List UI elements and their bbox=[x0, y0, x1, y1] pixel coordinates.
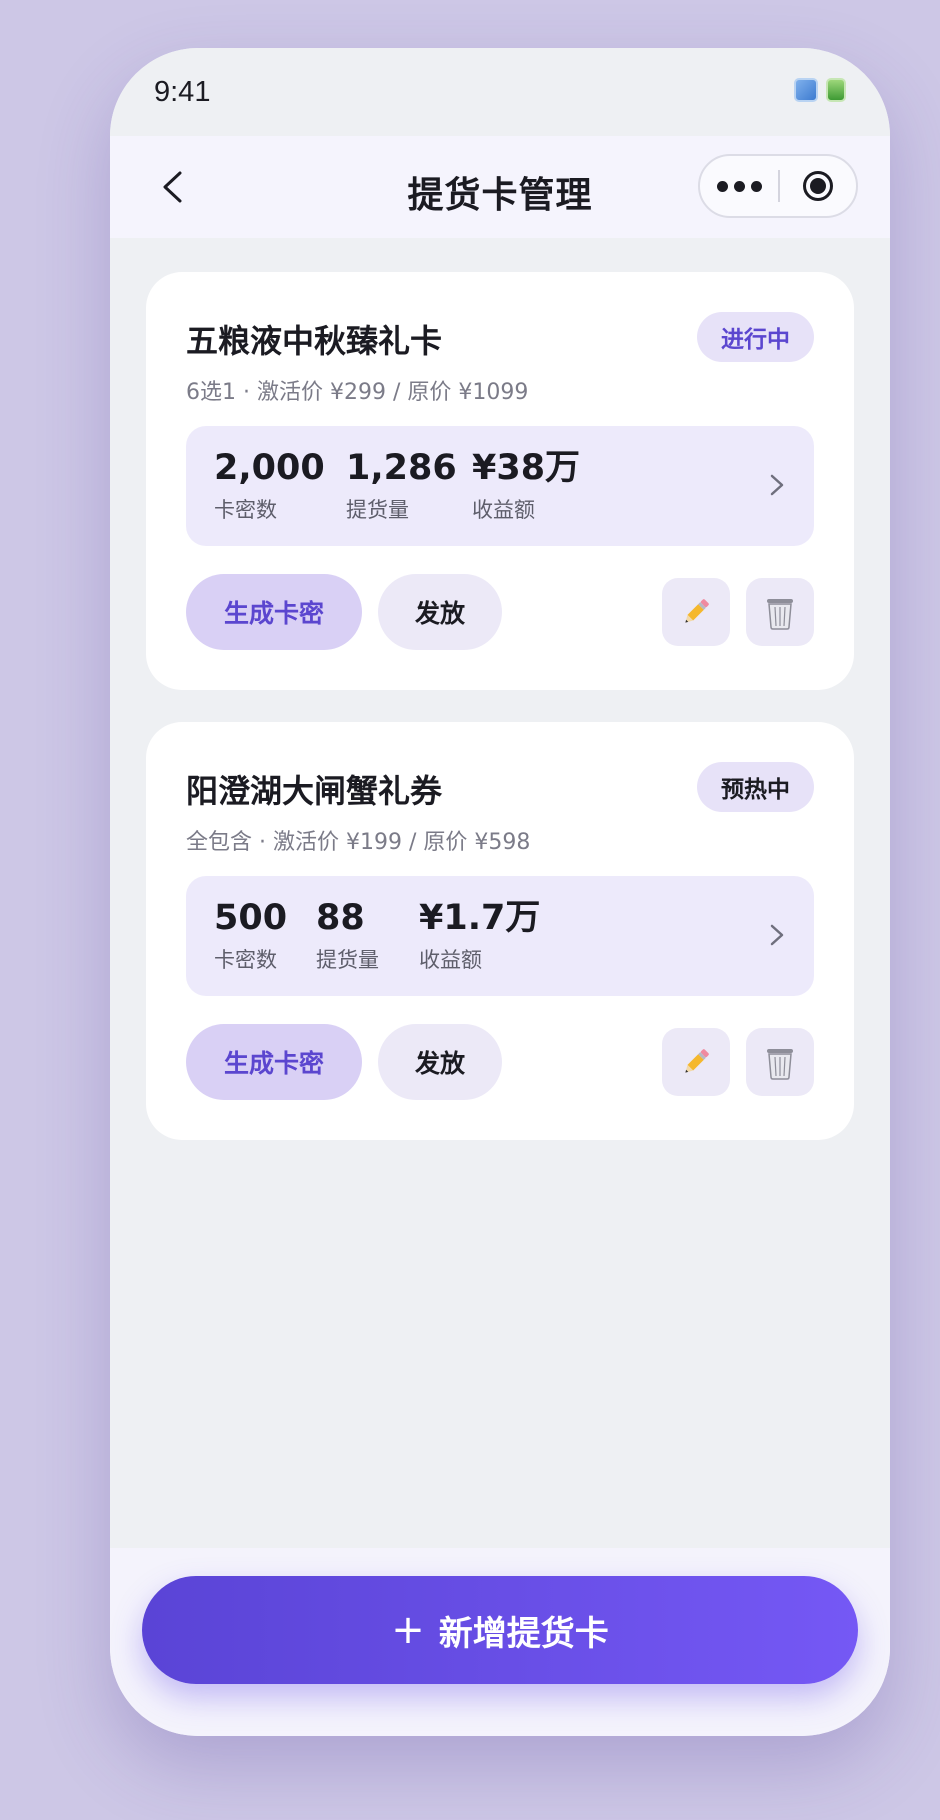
stat-label: 收益额 bbox=[419, 948, 482, 972]
delete-button[interactable] bbox=[746, 578, 814, 646]
stat-card-count: 2,000 卡密数 bbox=[214, 448, 325, 524]
stat-value: 500 bbox=[214, 898, 288, 938]
status-icons bbox=[794, 78, 846, 102]
distribute-button[interactable]: 发放 bbox=[378, 574, 502, 650]
generate-code-button[interactable]: 生成卡密 bbox=[186, 574, 362, 650]
stats-panel[interactable]: 500 卡密数 88 提货量 ¥1.7万 收益额 bbox=[186, 876, 814, 996]
card-subtitle: 全包含 · 激活价 ¥199 / 原价 ¥598 bbox=[186, 830, 531, 855]
stat-pickup-count: 1,286 提货量 bbox=[346, 448, 457, 524]
status-badge-label: 进行中 bbox=[721, 327, 790, 353]
edit-button[interactable] bbox=[662, 578, 730, 646]
stat-pickup-count: 88 提货量 bbox=[316, 898, 379, 974]
stat-label: 提货量 bbox=[316, 948, 379, 972]
add-card-button[interactable]: + 新增提货卡 bbox=[142, 1576, 858, 1684]
nav-bar: 提货卡管理 bbox=[110, 136, 890, 238]
chevron-right-icon bbox=[770, 474, 784, 496]
status-badge: 预热中 bbox=[697, 762, 814, 812]
mini-program-capsule bbox=[698, 154, 858, 218]
add-card-label: 新增提货卡 bbox=[438, 1613, 609, 1654]
stat-label: 卡密数 bbox=[214, 948, 277, 972]
trash-icon bbox=[767, 1049, 793, 1080]
stat-value: ¥38万 bbox=[472, 448, 581, 488]
plus-icon: + bbox=[391, 1607, 425, 1653]
chevron-right-icon bbox=[770, 924, 784, 946]
signal-icon bbox=[794, 78, 818, 102]
stat-card-count: 500 卡密数 bbox=[214, 898, 287, 974]
battery-icon bbox=[826, 78, 846, 102]
stat-value: ¥1.7万 bbox=[419, 898, 541, 938]
delete-button[interactable] bbox=[746, 1028, 814, 1096]
status-badge-label: 预热中 bbox=[721, 777, 790, 803]
bottom-bar: + 新增提货卡 bbox=[110, 1548, 890, 1736]
card-subtitle: 6选1 · 激活价 ¥299 / 原价 ¥1099 bbox=[186, 380, 529, 405]
more-dots-icon[interactable] bbox=[700, 180, 778, 192]
record-circle-icon[interactable] bbox=[780, 171, 856, 201]
stat-value: 88 bbox=[316, 898, 365, 938]
trash-icon bbox=[767, 599, 793, 630]
stat-revenue: ¥38万 收益额 bbox=[472, 448, 580, 524]
stat-label: 提货量 bbox=[346, 498, 409, 522]
status-badge: 进行中 bbox=[697, 312, 814, 362]
edit-button[interactable] bbox=[662, 1028, 730, 1096]
stat-value: 1,286 bbox=[346, 448, 457, 488]
stat-label: 收益额 bbox=[472, 498, 535, 522]
stat-label: 卡密数 bbox=[214, 498, 277, 522]
stats-panel[interactable]: 2,000 卡密数 1,286 提货量 ¥38万 收益额 bbox=[186, 426, 814, 546]
phone-frame: 9:41 提货卡管理 五粮液中秋臻礼卡 进行中 6选1 · 激活价 ¥299 /… bbox=[110, 48, 890, 1736]
card-title: 阳澄湖大闸蟹礼券 bbox=[186, 772, 443, 810]
stat-value: 2,000 bbox=[214, 448, 325, 488]
gift-card-item: 阳澄湖大闸蟹礼券 预热中 全包含 · 激活价 ¥199 / 原价 ¥598 50… bbox=[146, 722, 854, 1140]
status-bar: 9:41 bbox=[110, 48, 890, 136]
status-time: 9:41 bbox=[154, 76, 211, 108]
gift-card-item: 五粮液中秋臻礼卡 进行中 6选1 · 激活价 ¥299 / 原价 ¥1099 2… bbox=[146, 272, 854, 690]
card-title: 五粮液中秋臻礼卡 bbox=[186, 322, 443, 360]
stat-revenue: ¥1.7万 收益额 bbox=[419, 898, 540, 974]
generate-code-button[interactable]: 生成卡密 bbox=[186, 1024, 362, 1100]
distribute-button[interactable]: 发放 bbox=[378, 1024, 502, 1100]
pencil-icon bbox=[685, 1049, 709, 1073]
pencil-icon bbox=[685, 599, 709, 623]
